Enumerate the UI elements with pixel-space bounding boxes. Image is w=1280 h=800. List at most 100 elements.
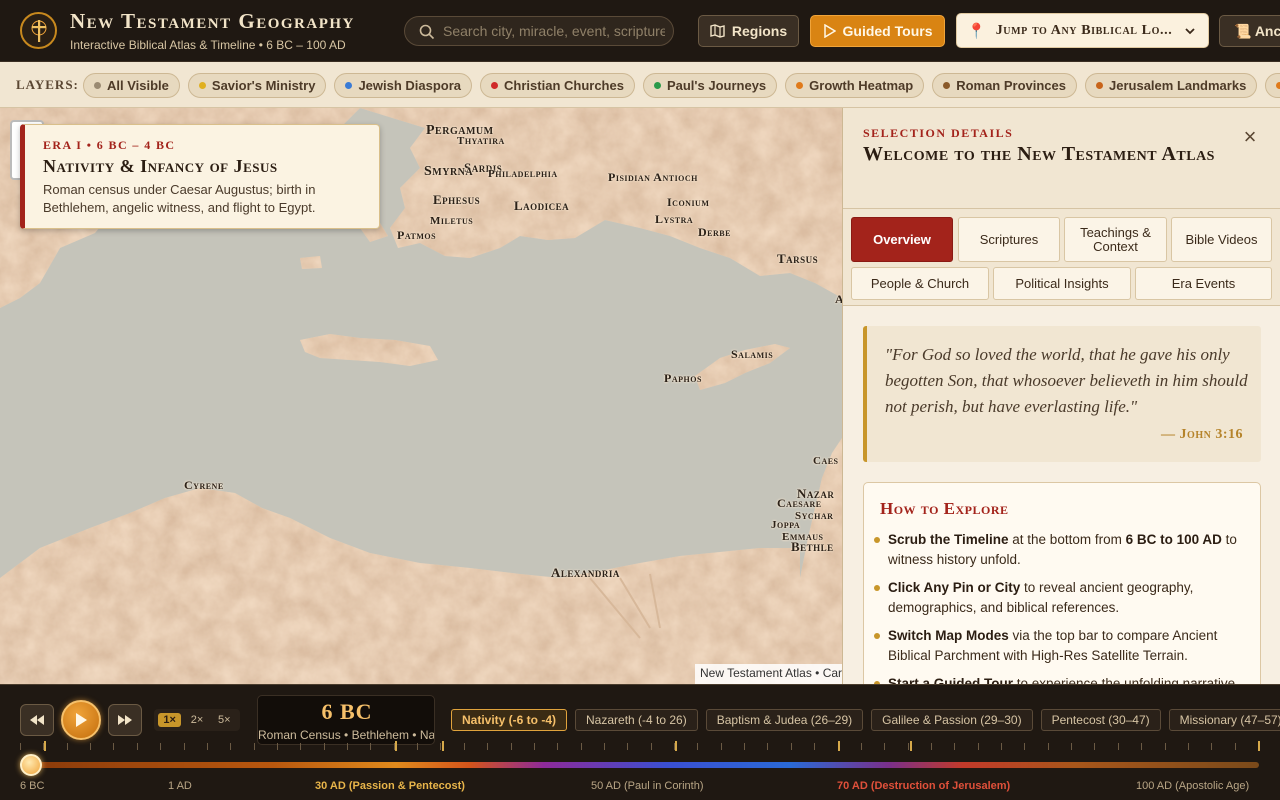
timeline-tick <box>604 743 605 750</box>
chevron-down-icon <box>1185 28 1195 35</box>
current-year: 6 BC <box>321 699 373 724</box>
tab-overview[interactable]: Overview <box>851 217 953 262</box>
city-label[interactable]: Joppa <box>771 519 800 531</box>
timeline-tick <box>347 743 348 750</box>
era-pill[interactable]: Nativity (-6 to -4) <box>451 709 568 731</box>
city-label[interactable]: Alexandria <box>551 565 620 581</box>
layer-chip[interactable]: Growth Heatmap <box>785 73 925 98</box>
layer-chip-label: Savior's Ministry <box>211 78 316 93</box>
regions-button[interactable]: Regions <box>698 15 799 47</box>
timeline-track[interactable] <box>26 762 1259 768</box>
layer-chip[interactable]: Jewish Diaspora <box>334 73 473 98</box>
panel-body[interactable]: "For God so loved the world, that he gav… <box>843 306 1280 684</box>
era-pill[interactable]: Nazareth (-4 to 26) <box>575 709 698 731</box>
layer-chip[interactable]: Qu <box>1265 73 1280 98</box>
city-label[interactable]: Sychar <box>795 510 833 522</box>
bullet-icon <box>874 537 880 543</box>
city-label[interactable]: Bethle <box>791 539 834 555</box>
layer-chip[interactable]: Savior's Ministry <box>187 73 327 98</box>
city-label[interactable]: Laodicea <box>514 198 569 214</box>
fast-forward-button[interactable] <box>108 704 142 736</box>
tip-bold: Start a Guided Tour <box>888 676 1014 684</box>
era-pill[interactable]: Galilee & Passion (29–30) <box>871 709 1033 731</box>
layer-chip[interactable]: Christian Churches <box>480 73 635 98</box>
tab-teachings-context[interactable]: Teachings & Context <box>1064 217 1167 262</box>
map[interactable]: Pergamum Thyatira Sardis Smyrna Philadelphia… <box>0 108 842 684</box>
map-icon <box>710 24 725 38</box>
ancient-mode-label: Anc <box>1254 23 1280 39</box>
timeline-tick <box>67 743 68 750</box>
city-label[interactable]: Miletus <box>430 215 473 227</box>
city-label[interactable]: Salamis <box>731 347 773 362</box>
rewind-button[interactable] <box>20 704 54 736</box>
city-label[interactable]: Ephesus <box>433 192 480 208</box>
layer-chip[interactable]: Roman Provinces <box>932 73 1078 98</box>
timeline-tick <box>324 743 325 750</box>
close-icon[interactable]: × <box>1239 126 1261 148</box>
timeline-major-tick <box>1258 741 1260 751</box>
tab-era-events[interactable]: Era Events <box>1135 267 1272 300</box>
speed-2x[interactable]: 2× <box>186 713 209 727</box>
app-subtitle: Interactive Biblical Atlas & Timeline • … <box>70 38 346 52</box>
timeline-tick <box>884 743 885 750</box>
timeline-tick <box>1024 743 1025 750</box>
era-title: Nativity & Infancy of Jesus <box>43 156 278 176</box>
city-label[interactable]: Patmos <box>397 228 436 243</box>
timeline-tick <box>1094 743 1095 750</box>
city-label[interactable]: Thyatira <box>457 135 505 147</box>
timeline-tick <box>277 743 278 750</box>
city-label[interactable]: Pisidian Antioch <box>608 170 698 185</box>
search-input[interactable] <box>443 21 665 41</box>
timeline-axis-label: 30 AD (Passion & Pentecost) <box>315 780 465 792</box>
scroll-icon: 📜 <box>1234 23 1252 39</box>
era-pill[interactable]: Baptism & Judea (26–29) <box>705 709 864 731</box>
city-label[interactable]: Cyrene <box>184 478 224 493</box>
layer-chip[interactable]: Paul's Journeys <box>642 73 778 98</box>
city-label[interactable]: Iconium <box>667 195 709 210</box>
search-box[interactable] <box>404 16 674 46</box>
layer-color-dot <box>653 82 661 89</box>
timeline-scrubber[interactable] <box>20 754 42 776</box>
tip-item: Switch Map Modes via the top bar to comp… <box>874 626 1243 666</box>
layer-chip[interactable]: Jerusalem Landmarks <box>1085 73 1258 98</box>
speed-5x[interactable]: 5× <box>213 713 236 727</box>
tab-bible-videos[interactable]: Bible Videos <box>1171 217 1272 262</box>
era-pill[interactable]: Missionary (47–57) <box>1168 709 1280 731</box>
tab-people-church[interactable]: People & Church <box>851 267 989 300</box>
timeline-tick <box>861 743 862 750</box>
guided-tours-button[interactable]: Guided Tours <box>810 15 945 47</box>
search-icon <box>419 24 435 40</box>
ancient-mode-button[interactable]: 📜 Anc <box>1219 15 1280 47</box>
map-attribution: New Testament Atlas • Car <box>695 664 842 684</box>
layer-color-dot <box>491 82 499 89</box>
timeline-tick <box>627 743 628 750</box>
layers-title: LAYERS: <box>16 77 79 92</box>
timeline-tick <box>767 743 768 750</box>
guided-tours-label: Guided Tours <box>842 23 933 39</box>
city-label[interactable]: Philadelphia <box>488 168 558 180</box>
era-pill[interactable]: Pentecost (30–47) <box>1040 709 1161 731</box>
timeline-tick <box>1048 743 1049 750</box>
jump-location-select[interactable]: 📍 Jump to Any Biblical Lo... <box>956 13 1209 48</box>
play-button[interactable] <box>61 700 101 740</box>
timeline-tick <box>464 743 465 750</box>
city-label[interactable]: Paphos <box>664 371 702 386</box>
city-label[interactable]: A <box>835 292 842 307</box>
speed-1x[interactable]: 1× <box>158 713 181 727</box>
tab-scriptures[interactable]: Scriptures <box>958 217 1060 262</box>
timeline-tick <box>908 743 909 750</box>
rewind-icon <box>30 715 44 725</box>
timeline-tick <box>137 743 138 750</box>
timeline-axis-label: 100 AD (Apostolic Age) <box>1136 780 1250 792</box>
city-label[interactable]: Smyrna <box>424 164 473 180</box>
city-label[interactable]: Lystra <box>655 212 693 227</box>
city-label[interactable]: Tarsus <box>777 251 818 267</box>
city-label[interactable]: Derbe <box>698 225 731 240</box>
city-label[interactable]: Caes <box>813 455 839 467</box>
quote-text: "For God so loved the world, that he gav… <box>885 345 1248 416</box>
tab-political-insights[interactable]: Political Insights <box>993 267 1131 300</box>
layer-chip[interactable]: All Visible <box>83 73 180 98</box>
city-label[interactable]: Caesare <box>777 496 822 511</box>
panel-tabs: Overview Scriptures Teachings & Context … <box>843 209 1280 306</box>
timeline-tick <box>721 743 722 750</box>
